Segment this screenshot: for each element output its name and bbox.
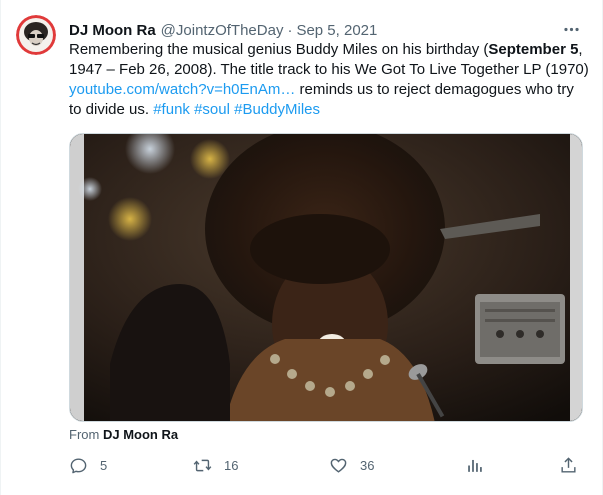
action-bar: 5 16 36	[69, 454, 589, 476]
hashtag-funk[interactable]: #funk	[153, 101, 190, 118]
like-count: 36	[360, 457, 375, 473]
share-icon	[561, 456, 576, 473]
tweet-date[interactable]: Sep 5, 2021	[296, 22, 377, 39]
from-name[interactable]: DJ Moon Ra	[103, 427, 178, 442]
views-button[interactable]	[465, 454, 484, 476]
author-name[interactable]: DJ Moon Ra	[69, 22, 156, 39]
share-button[interactable]	[559, 454, 578, 476]
retweet-count: 16	[224, 457, 239, 473]
avatar-image	[16, 15, 56, 55]
views-icon	[468, 459, 482, 472]
heart-icon	[330, 458, 347, 473]
attribution: From DJ Moon Ra	[69, 427, 178, 442]
tweet-text-bold: September 5	[488, 41, 579, 58]
video-thumbnail[interactable]	[69, 133, 583, 422]
more-icon	[563, 27, 579, 31]
tweet-card[interactable]: DJ Moon Ra @JointzOfTheDay · Sep 5, 2021…	[0, 0, 603, 495]
from-label: From	[69, 427, 100, 442]
like-button[interactable]: 36	[329, 454, 374, 476]
youtube-link[interactable]: youtube.com/watch?v=h0EnAm…	[69, 81, 295, 98]
author-handle[interactable]: @JointzOfTheDay	[161, 22, 284, 39]
avatar[interactable]	[16, 15, 56, 55]
video-frame-image	[70, 134, 582, 421]
hashtag-soul[interactable]: #soul	[194, 101, 230, 118]
separator-dot: ·	[287, 21, 293, 39]
tweet-text-part1: Remembering the musical genius Buddy Mil…	[69, 41, 489, 58]
retweet-button[interactable]: 16	[193, 454, 238, 476]
tweet-header: DJ Moon Ra @JointzOfTheDay · Sep 5, 2021	[69, 19, 582, 41]
reply-count: 5	[100, 457, 108, 473]
reply-button[interactable]: 5	[69, 454, 107, 476]
reply-icon	[70, 457, 87, 473]
retweet-icon	[193, 459, 212, 471]
more-button[interactable]	[560, 18, 582, 40]
tweet-text: Remembering the musical genius Buddy Mil…	[69, 40, 589, 120]
hashtag-buddymiles[interactable]: #BuddyMiles	[234, 101, 320, 118]
